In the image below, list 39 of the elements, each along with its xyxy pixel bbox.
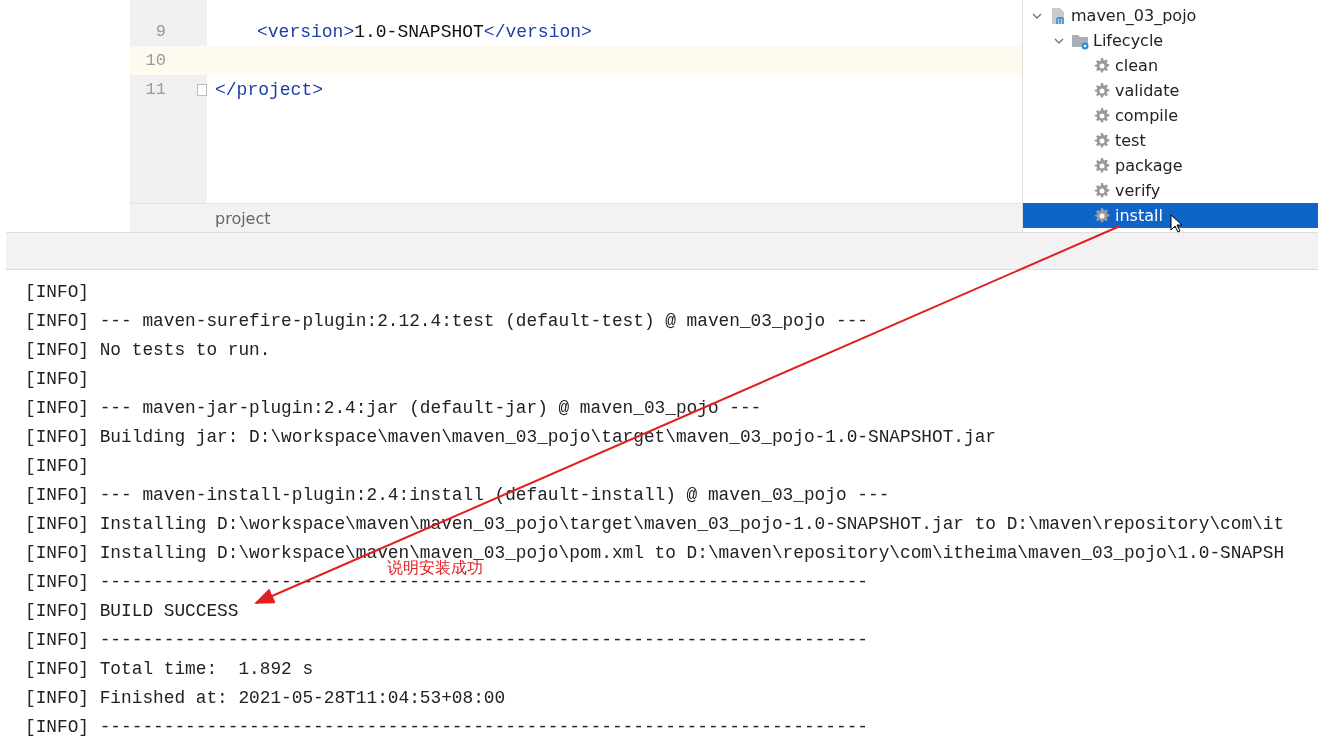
console-line: [INFO]	[25, 283, 90, 301]
console-line: [INFO] ------------------------------------------------------------------------	[25, 718, 868, 736]
tree-item[interactable]: validate	[1023, 78, 1318, 103]
line-number: 10	[144, 51, 166, 70]
console-line: [INFO] --- maven-install-plugin:2.4:install (default-install) @ maven_03_pojo ---	[25, 486, 890, 504]
gear-icon	[1093, 181, 1111, 200]
console-line: [INFO] No tests to run.	[25, 341, 271, 359]
annotation-note: 说明安装成功	[387, 560, 483, 576]
console-line: [INFO]	[25, 457, 90, 475]
gear-icon	[1093, 106, 1111, 125]
console-line: [INFO]	[25, 370, 90, 388]
tree-item[interactable]: compile	[1023, 103, 1318, 128]
breadcrumb[interactable]: project	[215, 208, 271, 228]
line-number: 9	[154, 22, 166, 41]
tree-item[interactable]: clean	[1023, 53, 1318, 78]
console-line: [INFO] Total time: 1.892 s	[25, 660, 314, 678]
tree-item[interactable]: install	[1023, 203, 1318, 228]
console-line: [INFO] --- maven-surefire-plugin:2.12.4:test (default-test) @ maven_03_pojo ---	[25, 312, 868, 330]
tree-item[interactable]: maven_03_pojo	[1023, 3, 1318, 28]
mouse-cursor-icon	[1170, 214, 1184, 234]
gear-icon	[1093, 56, 1111, 75]
xml-tag: <version>	[257, 21, 355, 42]
tree-item[interactable]: test	[1023, 128, 1318, 153]
tree-item[interactable]: verify	[1023, 178, 1318, 203]
maven-file-icon	[1049, 6, 1067, 25]
console-line: [INFO] Finished at: 2021-05-28T11:04:53+08:00	[25, 689, 506, 707]
tree-item[interactable]: package	[1023, 153, 1318, 178]
fold-marker-icon[interactable]	[197, 83, 207, 96]
line-number: 11	[144, 80, 166, 99]
gear-icon	[1093, 156, 1111, 175]
console-line: [INFO] BUILD SUCCESS	[25, 602, 239, 620]
xml-tag: </version>	[483, 21, 592, 42]
xml-text: 1.0-SNAPSHOT	[354, 21, 484, 42]
xml-tag: </project>	[215, 79, 324, 100]
tree-item[interactable]: Lifecycle	[1023, 28, 1318, 53]
gear-icon	[1093, 206, 1111, 225]
gear-icon	[1093, 131, 1111, 150]
console-line: [INFO] ------------------------------------------------------------------------	[25, 631, 868, 649]
gear-icon	[1093, 81, 1111, 100]
